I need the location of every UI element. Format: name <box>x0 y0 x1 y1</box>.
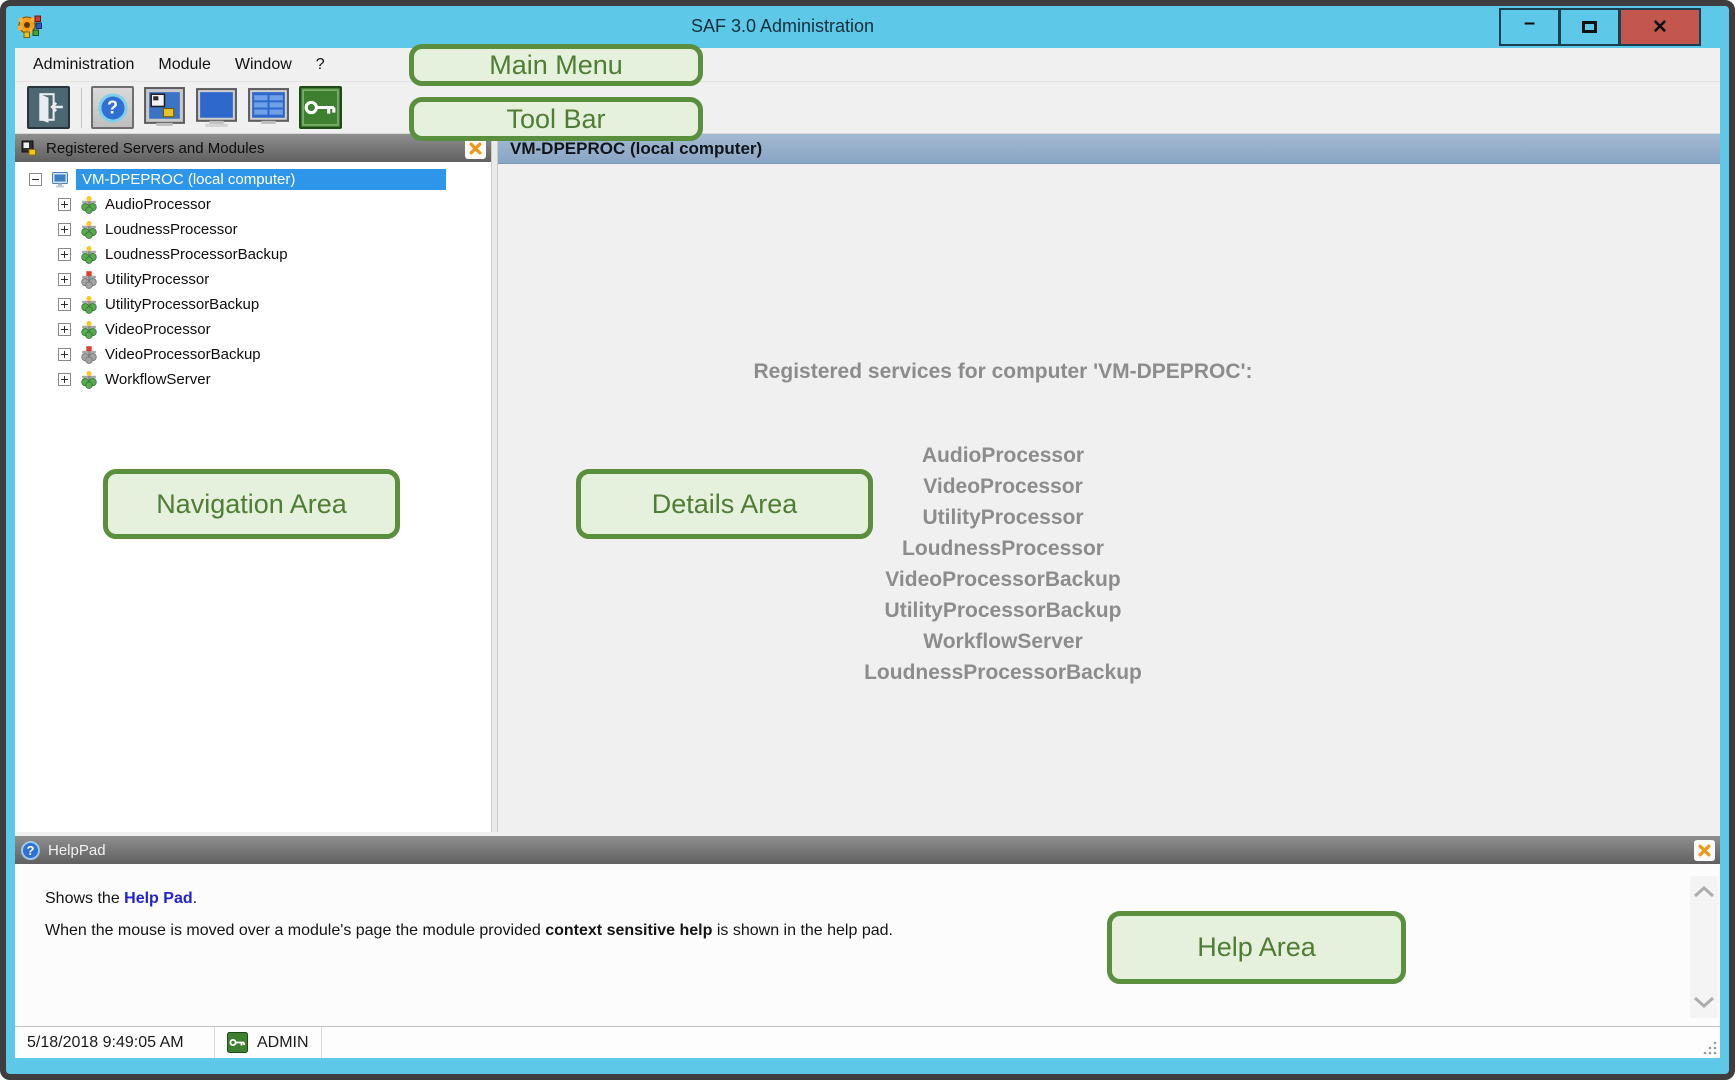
login-key-icon[interactable] <box>299 86 342 129</box>
orange-close-icon <box>1698 844 1711 857</box>
tree-row[interactable]: LoudnessProcessorBackup <box>15 242 491 267</box>
expand-icon[interactable] <box>58 248 71 261</box>
question-mark-icon: ? <box>98 93 127 122</box>
tree-node-label[interactable]: VideoProcessorBackup <box>105 346 261 363</box>
computer-icon <box>51 171 69 189</box>
module-status-icon <box>80 221 98 239</box>
orange-close-icon <box>469 142 482 155</box>
tree-node-label[interactable]: VideoProcessor <box>105 321 211 338</box>
module-status-icon <box>80 296 98 314</box>
tree-row[interactable]: VideoProcessor <box>15 317 491 342</box>
title-bar: SAF 3.0 Administration – ✕ <box>6 6 1729 48</box>
helppad-close-button[interactable] <box>1694 840 1715 861</box>
tree-row[interactable]: UtilityProcessor <box>15 267 491 292</box>
resize-grip[interactable] <box>1703 1041 1717 1055</box>
tree-node-label[interactable]: AudioProcessor <box>105 196 211 213</box>
service-item: AudioProcessor <box>498 440 1508 471</box>
expand-icon[interactable] <box>58 198 71 211</box>
helppad-scrollbar[interactable] <box>1690 876 1718 1018</box>
expand-icon[interactable] <box>58 298 71 311</box>
service-item: VideoProcessorBackup <box>498 564 1508 595</box>
expand-icon[interactable] <box>58 223 71 236</box>
tree-row-root[interactable]: VM-DPEPROC (local computer) <box>15 167 491 192</box>
tree-row[interactable]: LoudnessProcessor <box>15 217 491 242</box>
toolbar-separator <box>81 88 82 128</box>
collapse-expander-icon[interactable] <box>29 173 42 186</box>
close-button[interactable]: ✕ <box>1619 8 1701 46</box>
tree-row[interactable]: AudioProcessor <box>15 192 491 217</box>
help-pad-link[interactable]: Help Pad <box>124 890 192 907</box>
menu-administration[interactable]: Administration <box>33 52 146 78</box>
annotation-navigation-area: Navigation Area <box>103 469 400 539</box>
status-datetime: 5/18/2018 9:49:05 AM <box>15 1027 215 1058</box>
minimize-icon: – <box>1524 12 1535 35</box>
service-item: LoudnessProcessorBackup <box>498 657 1508 688</box>
helppad-question-icon: ? <box>21 841 40 860</box>
modules-grid-icon[interactable] <box>247 86 290 129</box>
details-screen-icon[interactable] <box>195 86 238 129</box>
menu-bar: Administration Module Window ? <box>15 48 1720 81</box>
window-body: Administration Module Window ? <box>15 48 1720 1058</box>
tree-node-label[interactable]: UtilityProcessor <box>105 271 209 288</box>
helppad-content: Shows the Help Pad. When the mouse is mo… <box>15 864 1720 1026</box>
module-status-icon <box>80 196 98 214</box>
status-bar: 5/18/2018 9:49:05 AM ADMIN <box>15 1026 1720 1058</box>
app-window: SAF 3.0 Administration – ✕ Administratio… <box>0 0 1735 1080</box>
key-icon <box>227 1032 248 1053</box>
services-heading: Registered services for computer 'VM-DPE… <box>498 360 1508 384</box>
navigation-panel-title: Registered Servers and Modules <box>46 140 264 157</box>
help-icon[interactable]: ? <box>91 86 134 129</box>
minimize-button[interactable]: – <box>1499 8 1559 46</box>
module-status-icon <box>80 371 98 389</box>
module-status-icon <box>80 346 98 364</box>
exit-icon[interactable] <box>27 86 70 129</box>
tool-bar: ? <box>15 81 1720 134</box>
status-user: ADMIN <box>215 1027 322 1058</box>
close-icon: ✕ <box>1652 16 1668 39</box>
tree-node-label[interactable]: VM-DPEPROC (local computer) <box>76 169 446 190</box>
scroll-up-icon[interactable] <box>1693 886 1715 898</box>
helppad-title: HelpPad <box>48 842 106 859</box>
module-status-icon <box>80 246 98 264</box>
maximize-button[interactable] <box>1559 8 1619 46</box>
annotation-help-area: Help Area <box>1107 911 1406 984</box>
annotation-details-area: Details Area <box>576 469 873 539</box>
tree-row[interactable]: UtilityProcessorBackup <box>15 292 491 317</box>
menu-help[interactable]: ? <box>304 52 337 78</box>
tree-row[interactable]: WorkflowServer <box>15 367 491 392</box>
expand-icon[interactable] <box>58 348 71 361</box>
expand-icon[interactable] <box>58 323 71 336</box>
screenshot-root: SAF 3.0 Administration – ✕ Administratio… <box>0 0 1735 1080</box>
tree-row[interactable]: VideoProcessorBackup <box>15 342 491 367</box>
tree-node-label[interactable]: LoudnessProcessor <box>105 221 238 238</box>
panel-splitter[interactable] <box>491 134 498 832</box>
helppad-panel-icon[interactable] <box>143 86 186 129</box>
helppad-header: ? HelpPad <box>15 836 1720 864</box>
menu-module[interactable]: Module <box>146 52 222 78</box>
window-controls: – ✕ <box>1499 8 1701 46</box>
status-filler <box>322 1027 1720 1058</box>
module-status-icon <box>80 321 98 339</box>
module-status-icon <box>80 271 98 289</box>
tree-node-label[interactable]: UtilityProcessorBackup <box>105 296 259 313</box>
service-item: UtilityProcessorBackup <box>498 595 1508 626</box>
helppad-line1: Shows the Help Pad. <box>45 890 1660 908</box>
expand-icon[interactable] <box>58 373 71 386</box>
maximize-icon <box>1582 21 1597 33</box>
panel-window-icon <box>21 140 38 157</box>
tree-node-label[interactable]: WorkflowServer <box>105 371 211 388</box>
helppad-line2: When the mouse is moved over a module's … <box>45 922 1660 940</box>
expand-icon[interactable] <box>58 273 71 286</box>
tree-node-label[interactable]: LoudnessProcessorBackup <box>105 246 288 263</box>
annotation-main-menu: Main Menu <box>409 44 703 86</box>
window-title: SAF 3.0 Administration <box>6 16 1559 37</box>
annotation-tool-bar: Tool Bar <box>409 97 703 141</box>
helppad-panel: ? HelpPad Shows the Help Pad. When the m… <box>15 836 1720 1026</box>
menu-window[interactable]: Window <box>223 52 304 78</box>
service-item: WorkflowServer <box>498 626 1508 657</box>
scroll-down-icon[interactable] <box>1693 996 1715 1008</box>
